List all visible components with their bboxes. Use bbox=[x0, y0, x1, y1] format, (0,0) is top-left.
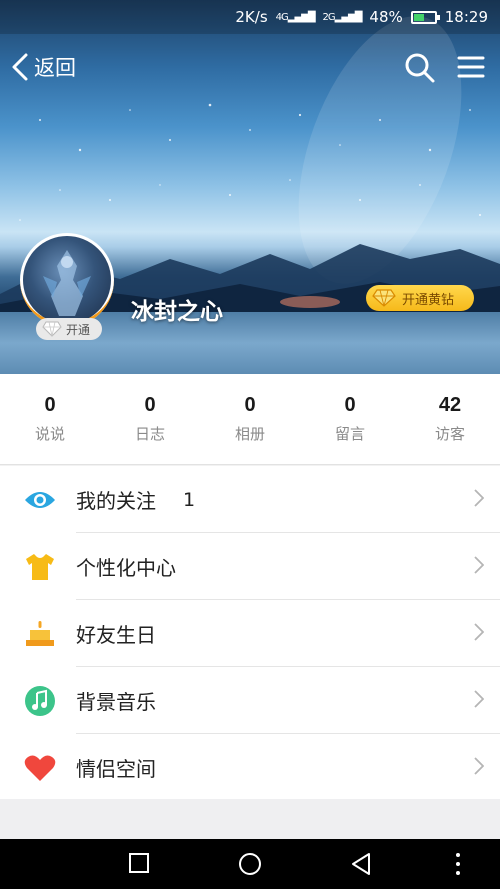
chevron-right-icon bbox=[474, 756, 485, 779]
menu-item-label: 情侣空间 bbox=[76, 757, 156, 781]
triangle-back-icon bbox=[352, 853, 370, 875]
menu-item-couple-space[interactable]: 情侣空间 bbox=[0, 734, 500, 801]
stat-messages[interactable]: 0 留言 bbox=[300, 374, 400, 464]
more-menu-button[interactable] bbox=[456, 52, 486, 86]
stats-bar: 0 说说 0 日志 0 相册 0 留言 42 访客 bbox=[0, 374, 500, 465]
stat-visitors[interactable]: 42 访客 bbox=[400, 374, 500, 464]
chevron-right-icon bbox=[474, 555, 485, 578]
circle-icon bbox=[239, 853, 261, 875]
music-icon bbox=[24, 685, 56, 717]
yellow-diamond-label: 开通黄钻 bbox=[402, 292, 455, 308]
vip-open-badge[interactable]: 开通 bbox=[36, 318, 102, 340]
system-nav-bar bbox=[0, 839, 500, 889]
signal-4g-icon: 4G▂▄▆█ bbox=[275, 11, 316, 23]
clock: 18:29 bbox=[444, 8, 488, 26]
stat-label: 相册 bbox=[234, 425, 265, 443]
top-nav: 返回 bbox=[0, 44, 500, 92]
stat-label: 日志 bbox=[134, 425, 165, 443]
search-button[interactable] bbox=[404, 52, 436, 88]
stat-value: 0 bbox=[44, 394, 56, 416]
stat-value: 0 bbox=[244, 394, 256, 416]
menu-item-label: 个性化中心 bbox=[76, 556, 176, 580]
menu-item-background-music[interactable]: 背景音乐 bbox=[0, 667, 500, 734]
avatar-ring bbox=[20, 233, 114, 327]
back-button[interactable]: 返回 bbox=[10, 52, 76, 82]
signal-2g-icon: 2G▂▄▆█ bbox=[322, 11, 363, 23]
yellow-diamond-icon bbox=[372, 289, 396, 307]
square-icon bbox=[129, 853, 149, 873]
menu-item-following[interactable]: 我的关注 1 bbox=[0, 466, 500, 533]
status-bar: 2K/s 4G▂▄▆█ 2G▂▄▆█ 48% 18:29 bbox=[0, 0, 500, 34]
stat-blog[interactable]: 0 日志 bbox=[100, 374, 200, 464]
network-speed: 2K/s bbox=[235, 8, 268, 26]
stat-label: 说说 bbox=[34, 425, 65, 443]
eye-icon bbox=[24, 484, 56, 516]
tshirt-icon bbox=[24, 551, 56, 583]
stat-value: 0 bbox=[144, 394, 156, 416]
menu-item-label: 背景音乐 bbox=[76, 690, 156, 714]
back-nav-button[interactable] bbox=[350, 852, 372, 880]
chevron-right-icon bbox=[474, 488, 485, 511]
vip-open-label: 开通 bbox=[66, 322, 91, 337]
chevron-right-icon bbox=[474, 622, 485, 645]
chevron-left-icon bbox=[12, 53, 28, 81]
back-label: 返回 bbox=[34, 56, 76, 80]
stat-value: 42 bbox=[438, 394, 462, 416]
menu-item-personalization[interactable]: 个性化中心 bbox=[0, 533, 500, 600]
stat-label: 访客 bbox=[434, 425, 465, 443]
stat-album[interactable]: 0 相册 bbox=[200, 374, 300, 464]
search-icon bbox=[405, 53, 435, 83]
stat-value: 0 bbox=[344, 394, 356, 416]
menu-item-label: 好友生日 bbox=[76, 623, 156, 647]
more-options-button[interactable] bbox=[454, 852, 462, 880]
chevron-right-icon bbox=[474, 689, 485, 712]
stat-label: 留言 bbox=[334, 425, 365, 443]
stat-shuoshuo[interactable]: 0 说说 bbox=[0, 374, 100, 464]
following-count: 1 bbox=[183, 488, 196, 511]
open-yellow-diamond-button[interactable]: 开通黄钻 bbox=[366, 285, 474, 311]
username: 冰封之心 bbox=[131, 299, 223, 325]
bottom-spacer bbox=[0, 799, 500, 839]
home-button[interactable] bbox=[238, 852, 262, 880]
menu-item-label: 我的关注 bbox=[76, 489, 156, 513]
battery-percent: 48% bbox=[369, 8, 403, 26]
cake-icon bbox=[24, 618, 56, 650]
recent-apps-button[interactable] bbox=[128, 852, 150, 878]
hamburger-menu-icon bbox=[457, 56, 485, 78]
heart-icon bbox=[24, 752, 56, 784]
profile-menu-list: 我的关注 1 个性化中心 好友生日 背景音乐 情侣空间 bbox=[0, 466, 500, 801]
vertical-dots-icon bbox=[456, 853, 460, 875]
battery-icon bbox=[410, 10, 440, 24]
menu-item-friend-birthdays[interactable]: 好友生日 bbox=[0, 600, 500, 667]
diamond-icon bbox=[42, 321, 62, 337]
